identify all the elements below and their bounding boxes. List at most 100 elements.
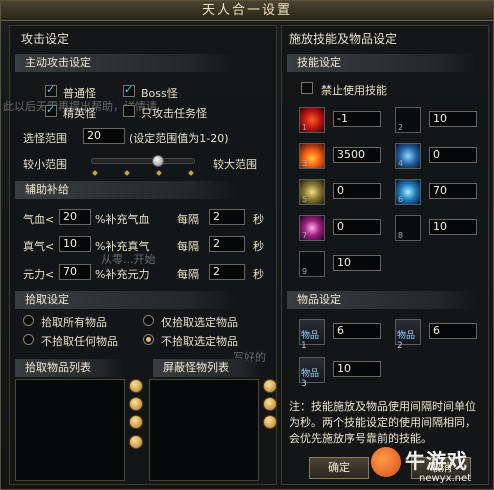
skill-slot-6-input[interactable]: 70 [429, 183, 477, 199]
yuanli-every-label: 每隔 [177, 268, 199, 281]
item-slot-1-input[interactable]: 6 [333, 323, 381, 339]
item-slot-label: 物品1 [301, 331, 320, 351]
yuanli-action-label: %补充元力 [95, 268, 150, 281]
site-watermark: 牛游戏 newyx.net [371, 445, 491, 489]
skill-slot-4-input[interactable]: 0 [429, 147, 477, 163]
pick-list-header: 拾取物品列表 [15, 359, 125, 377]
skill-slot-7-input[interactable]: 0 [333, 219, 381, 235]
skill-settings-header: 技能设定 [287, 54, 477, 72]
pickup-selected-label: 仅拾取选定物品 [161, 316, 238, 329]
item-slot-2-input[interactable]: 6 [429, 323, 477, 339]
quest-monster-label: 只攻击任务怪 [141, 107, 207, 120]
skill-slot-8-icon[interactable]: 8 [395, 215, 421, 241]
quest-monster-checkbox[interactable] [123, 105, 135, 117]
disable-skills-label: 禁止使用技能 [321, 84, 387, 97]
ok-button[interactable]: 确定 [309, 457, 369, 479]
pickup-all-label: 拾取所有物品 [41, 316, 107, 329]
pickup-header: 拾取设定 [15, 291, 235, 309]
block-remove-button[interactable] [263, 397, 277, 411]
hp-unit-label: 秒 [253, 213, 264, 226]
slot-number: 8 [398, 231, 404, 240]
pick-coin-button[interactable] [129, 435, 143, 449]
slot-number: 6 [398, 195, 404, 204]
block-list-header: 屏蔽怪物列表 [153, 359, 263, 377]
block-clear-button[interactable] [263, 415, 277, 429]
range-slider-track[interactable] [91, 158, 195, 164]
skill-slot-1-input[interactable]: -1 [333, 111, 381, 127]
elite-monster-checkbox[interactable] [45, 103, 57, 117]
slot-number: 2 [398, 123, 404, 132]
range-slider-knob[interactable] [151, 155, 164, 167]
site-logo-icon [371, 447, 401, 477]
pickup-exclude-selected-radio[interactable] [143, 334, 154, 345]
assist-header: 辅助补给 [15, 181, 235, 199]
mp-unit-label: 秒 [253, 240, 264, 253]
background-line1-text: 从零...开始 [101, 253, 156, 266]
skill-slot-5-icon[interactable]: 5 [299, 179, 325, 205]
yuanli-label: 元力< [23, 268, 55, 281]
item-slot-label: 物品2 [397, 331, 416, 351]
mp-interval-input[interactable]: 2 [209, 236, 245, 252]
item-slot-2-icon[interactable]: 物品2 [395, 319, 421, 351]
hp-every-label: 每隔 [177, 213, 199, 226]
yuanli-unit-label: 秒 [253, 268, 264, 281]
pickup-selected-radio[interactable] [143, 315, 154, 326]
boss-monster-checkbox[interactable] [123, 83, 135, 97]
hp-label: 气血< [23, 213, 55, 226]
pickup-none-label: 不拾取任何物品 [41, 335, 118, 348]
slot-number: 5 [302, 195, 308, 204]
range-input[interactable]: 20 [83, 128, 125, 144]
range-label: 选怪范围 [23, 132, 67, 145]
pick-items-listbox[interactable] [15, 379, 125, 481]
slot-number: 9 [302, 267, 308, 276]
slot-number: 7 [302, 231, 308, 240]
interval-note: 注：技能施放及物品使用间隔时间单位为秒。两个技能设定的使用间隔相同，会优先施放序… [289, 400, 476, 445]
pick-clear-button[interactable] [129, 415, 143, 429]
pickup-none-radio[interactable] [23, 334, 34, 345]
skill-slot-6-icon[interactable]: 6 [395, 179, 421, 205]
active-attack-header: 主动攻击设定 [15, 54, 235, 72]
skill-slot-9-input[interactable]: 10 [333, 255, 381, 271]
pick-remove-button[interactable] [129, 397, 143, 411]
skills-items-header: 施放技能及物品设定 [289, 32, 398, 46]
block-add-arrow-button[interactable] [263, 379, 277, 393]
pick-add-arrow-button[interactable] [129, 379, 143, 393]
item-slot-label: 物品3 [301, 369, 320, 389]
yuanli-threshold-input[interactable]: 70 [59, 264, 91, 280]
normal-monster-label: 普通怪 [63, 87, 96, 100]
boss-monster-label: Boss怪 [141, 87, 178, 100]
item-slot-3-input[interactable]: 10 [333, 361, 381, 377]
small-range-label: 较小范围 [23, 158, 67, 171]
item-slot-1-icon[interactable]: 物品1 [299, 319, 325, 351]
skill-slot-3-input[interactable]: 3500 [333, 147, 381, 163]
block-monsters-listbox[interactable] [149, 379, 259, 481]
attack-header: 攻击设定 [21, 32, 70, 46]
slot-number: 1 [302, 123, 308, 132]
skill-slot-2-input[interactable]: 10 [429, 111, 477, 127]
disable-skills-checkbox[interactable] [301, 82, 313, 94]
skill-slot-7-icon[interactable]: 7 [299, 215, 325, 241]
pickup-exclude-selected-label: 不拾取选定物品 [161, 335, 238, 348]
skill-slot-4-icon[interactable]: 4 [395, 143, 421, 169]
skill-slot-9-icon[interactable]: 9 [299, 251, 325, 277]
item-slot-3-icon[interactable]: 物品3 [299, 357, 325, 389]
hp-interval-input[interactable]: 2 [209, 209, 245, 225]
skill-slot-3-icon[interactable]: 3 [299, 143, 325, 169]
item-settings-header: 物品设定 [287, 291, 477, 309]
skill-slot-1-icon[interactable]: 1 [299, 107, 325, 133]
pickup-all-radio[interactable] [23, 315, 34, 326]
title-bar[interactable]: 天人合一设置 [1, 1, 493, 21]
slot-number: 4 [398, 159, 404, 168]
skill-slot-5-input[interactable]: 0 [333, 183, 381, 199]
skill-slot-2-icon[interactable]: 2 [395, 107, 421, 133]
skill-slot-8-input[interactable]: 10 [429, 219, 477, 235]
yuanli-interval-input[interactable]: 2 [209, 264, 245, 280]
normal-monster-checkbox[interactable] [45, 83, 57, 97]
hp-threshold-input[interactable]: 20 [59, 209, 91, 225]
watermark-sub: newyx.net [419, 473, 472, 484]
mp-threshold-input[interactable]: 10 [59, 236, 91, 252]
elite-monster-label: 精英怪 [63, 107, 96, 120]
slot-number: 3 [302, 159, 308, 168]
mp-every-label: 每隔 [177, 240, 199, 253]
hp-action-label: %补充气血 [95, 213, 150, 226]
